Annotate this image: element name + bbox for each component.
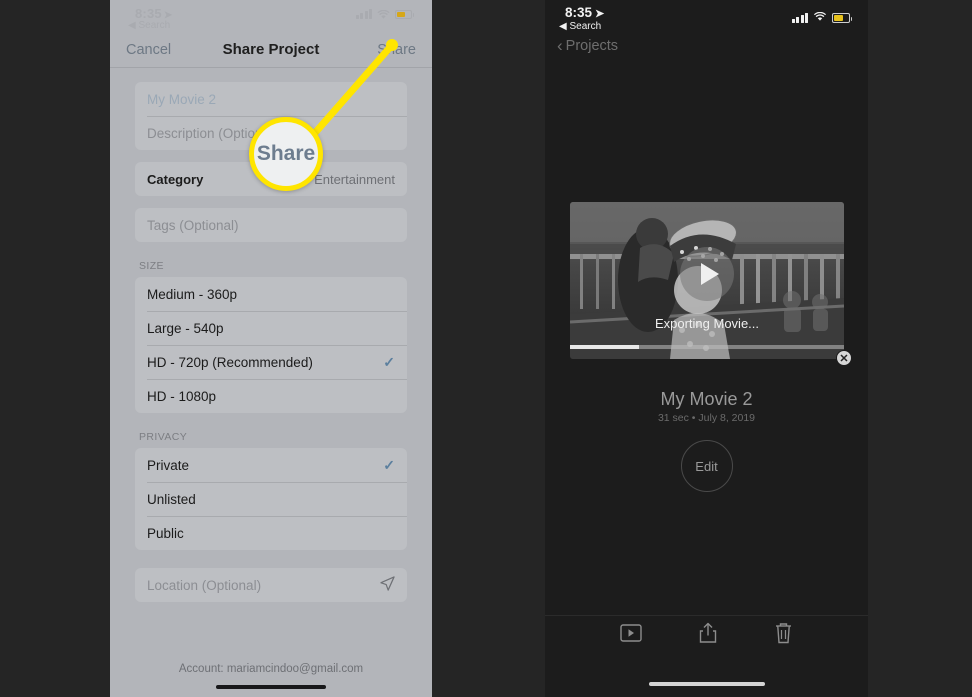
movie-meta: 31 sec • July 8, 2019	[657, 412, 756, 424]
option-label: HD - 1080p	[147, 388, 217, 404]
status-time: 8:35 ➤	[565, 5, 605, 20]
home-indicator	[648, 682, 765, 686]
privacy-option-private[interactable]: Private ✓	[135, 448, 407, 482]
option-label: Unlisted	[147, 491, 196, 507]
privacy-section-header: PRIVACY	[139, 431, 188, 443]
export-progress-fill	[570, 345, 639, 349]
play-icon	[700, 263, 719, 286]
edit-button[interactable]: Edit	[680, 440, 733, 492]
category-label: Category	[147, 171, 204, 187]
location-placeholder: Location (Optional)	[147, 577, 262, 593]
size-option-medium-360p[interactable]: Medium - 360p	[135, 277, 407, 311]
battery-icon	[832, 13, 852, 23]
option-label: HD - 720p (Recommended)	[147, 354, 313, 370]
option-label: Medium - 360p	[147, 286, 238, 302]
option-label: Large - 540p	[147, 320, 224, 336]
right-phone-screen: 8:35 ➤ ◀ Search ‹ Projects Exporting Mov…	[545, 0, 868, 697]
export-status-text: Exporting Movie...	[654, 316, 760, 331]
status-time: 8:35 ➤	[135, 6, 173, 21]
category-value: Entertainment	[314, 171, 395, 187]
account-text: Account: mariamcindoo@gmail.com	[178, 663, 364, 675]
right-status-bar: 8:35 ➤ ◀ Search	[545, 0, 868, 32]
tags-field[interactable]: Tags (Optional)	[135, 208, 407, 242]
wifi-icon	[813, 9, 827, 27]
privacy-options-group: Private ✓ Unlisted Public	[135, 448, 407, 550]
back-label: Projects	[565, 38, 619, 54]
option-label: Public	[147, 525, 184, 541]
cellular-bars-icon	[355, 9, 372, 19]
left-status-bar: 8:35 ➤ ◀ Search	[110, 0, 432, 32]
cancel-button[interactable]: Cancel	[126, 42, 171, 58]
movie-title-value: My Movie 2	[147, 91, 217, 107]
location-arrow-icon: ➤	[595, 8, 605, 20]
battery-icon	[395, 9, 414, 19]
share-project-navbar: Cancel Share Project Share	[110, 32, 432, 68]
back-to-projects-button[interactable]: ‹ Projects	[545, 32, 868, 60]
location-field[interactable]: Location (Optional)	[135, 568, 407, 602]
wifi-icon	[377, 9, 390, 19]
callout-magnifier: Share	[249, 117, 323, 191]
share-icon[interactable]	[698, 622, 718, 649]
movie-title-field[interactable]: My Movie 2	[135, 82, 407, 116]
cancel-export-wrap: ✕	[836, 350, 852, 366]
edit-label: Edit	[695, 458, 718, 474]
privacy-option-public[interactable]: Public	[135, 516, 407, 550]
status-back-app[interactable]: ◀ Search	[128, 20, 170, 31]
size-option-hd-1080p[interactable]: HD - 1080p	[135, 379, 407, 413]
share-button[interactable]: Share	[377, 42, 416, 58]
video-thumbnail[interactable]: Exporting Movie...	[570, 202, 844, 359]
size-option-large-540p[interactable]: Large - 540p	[135, 311, 407, 345]
size-options-group: Medium - 360p Large - 540p HD - 720p (Re…	[135, 277, 407, 413]
status-back-app[interactable]: ◀ Search	[559, 21, 601, 32]
status-indicators	[791, 9, 852, 27]
checkmark-icon: ✓	[383, 353, 395, 370]
size-section-header: SIZE	[139, 260, 164, 272]
left-phone-screen: 8:35 ➤ ◀ Search Cancel Share Project Shar…	[110, 0, 432, 697]
tags-placeholder: Tags (Optional)	[147, 217, 239, 233]
play-button[interactable]	[680, 247, 734, 302]
location-group: Location (Optional)	[135, 568, 407, 602]
export-progress-bar	[570, 345, 844, 349]
chevron-left-icon: ‹	[557, 36, 563, 55]
status-indicators	[355, 9, 414, 19]
trash-icon[interactable]	[774, 622, 793, 649]
size-option-hd-720p[interactable]: HD - 720p (Recommended) ✓	[135, 345, 407, 379]
bottom-toolbar	[545, 615, 868, 655]
tags-group: Tags (Optional)	[135, 208, 407, 242]
option-label: Private	[147, 457, 190, 473]
checkmark-icon: ✓	[383, 456, 395, 473]
cellular-bars-icon	[791, 13, 808, 23]
home-indicator	[216, 685, 326, 689]
playback-icon[interactable]	[620, 624, 642, 647]
privacy-option-unlisted[interactable]: Unlisted	[135, 482, 407, 516]
magnifier-label: Share	[256, 142, 316, 165]
location-arrow-icon[interactable]	[380, 576, 395, 594]
movie-title: My Movie 2	[660, 389, 753, 409]
close-icon[interactable]: ✕	[836, 350, 852, 366]
